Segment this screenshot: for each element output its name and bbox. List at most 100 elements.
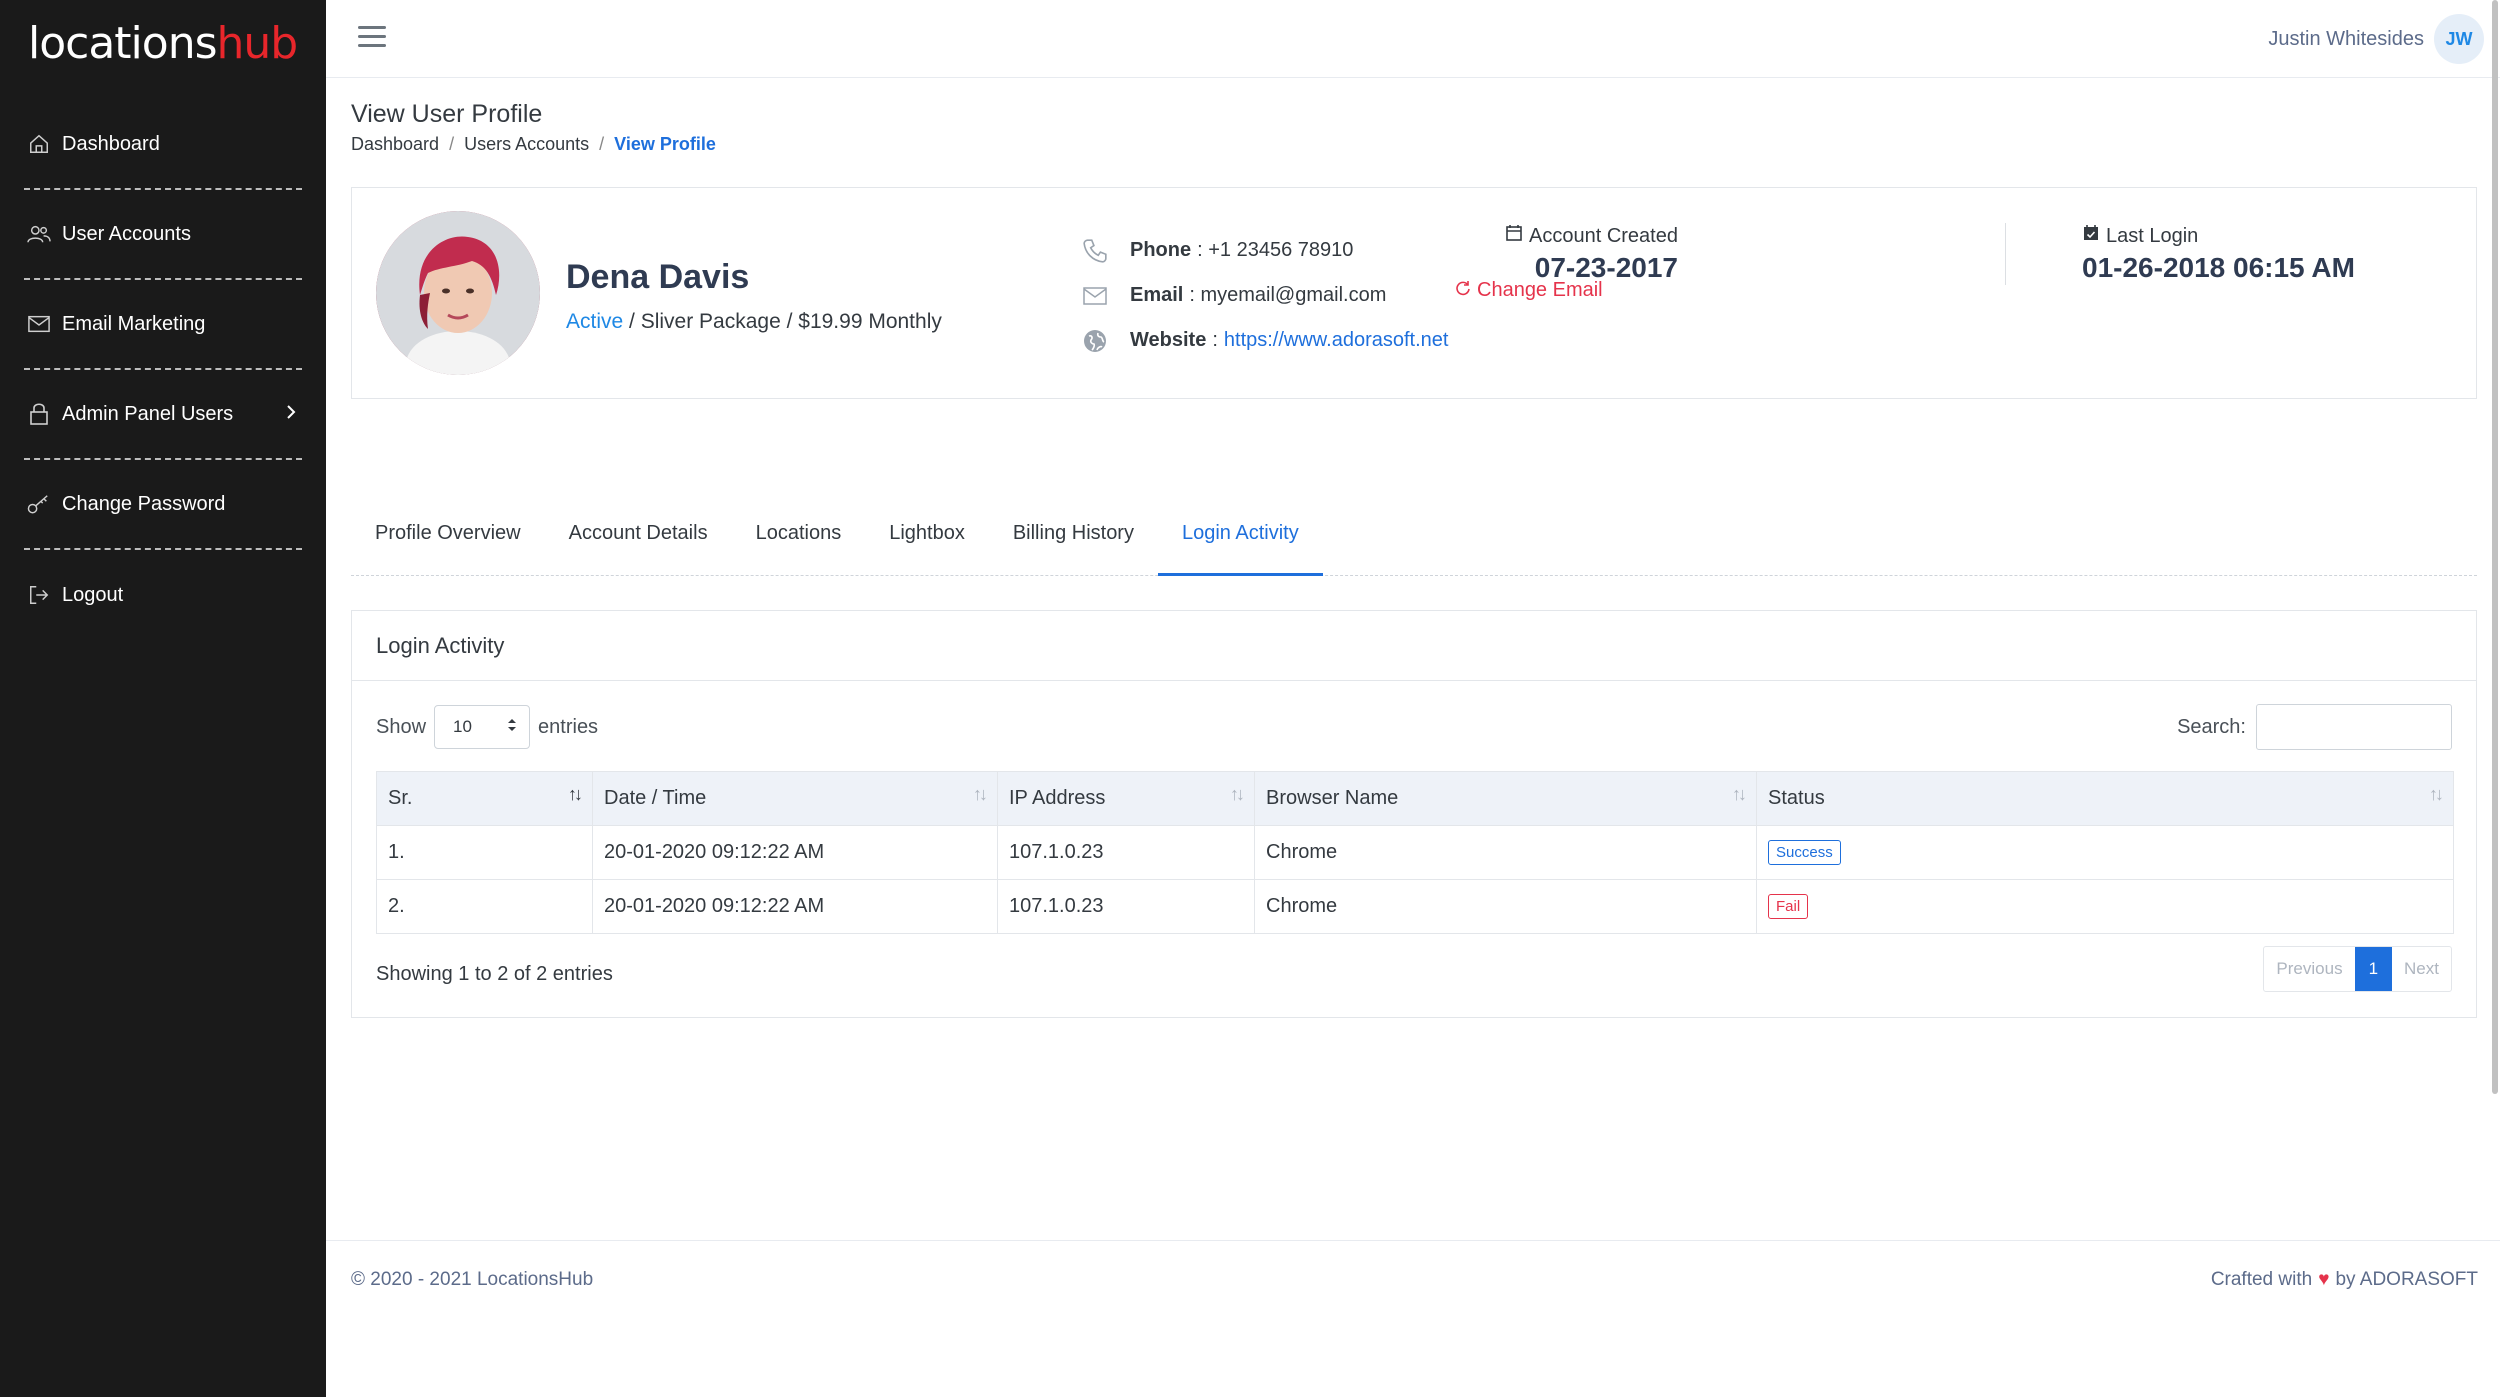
email-row: Email : myemail@gmail.com <box>1080 273 1448 318</box>
mail-icon <box>26 311 52 337</box>
phone-value: : +1 23456 78910 <box>1197 239 1354 261</box>
status-badge: Fail <box>1768 894 1809 919</box>
website-link[interactable]: https://www.adorasoft.net <box>1224 329 1449 352</box>
sort-icon: ↑↓ <box>568 784 583 804</box>
breadcrumb-dashboard[interactable]: Dashboard <box>351 134 439 155</box>
sidebar-item-label: Dashboard <box>62 132 160 155</box>
table-header-row: Sr. ↑↓ Date / Time ↑↓ IP Address ↑↓ Browser… <box>376 771 2454 826</box>
status-badge: Active <box>566 310 624 333</box>
contact-info: Phone : +1 23456 78910 Email : myemail@g… <box>1080 228 1448 363</box>
profile-subscription: Active / Sliver Package / $19.99 Monthly <box>566 310 942 334</box>
cell-datetime: 20-01-2020 09:12:22 AM <box>592 825 998 880</box>
cell-ip: 107.1.0.23 <box>997 879 1255 934</box>
tab-profile-overview[interactable]: Profile Overview <box>351 510 545 576</box>
account-created-label: Account Created <box>1505 224 1678 248</box>
globe-icon <box>1080 329 1110 353</box>
search-label: Search: <box>2177 715 2246 738</box>
page-title: View User Profile <box>351 100 543 128</box>
profile-photo <box>376 211 540 375</box>
account-created-date: 07-23-2017 <box>1534 252 1678 283</box>
last-login-stat: Last Login 01-26-2018 06:15 AM <box>2082 224 2355 284</box>
sort-icon: ↑↓ <box>1732 784 1747 804</box>
profile-card: Dena Davis Active / Sliver Package / $19… <box>351 187 2477 399</box>
cell-datetime: 20-01-2020 09:12:22 AM <box>592 879 998 934</box>
cell-sr: 1. <box>376 825 593 880</box>
footer: © 2020 - 2021 LocationsHub Crafted with … <box>326 1240 2500 1397</box>
tab-lightbox[interactable]: Lightbox <box>865 510 989 576</box>
scrollbar-thumb[interactable] <box>2492 0 2498 1094</box>
phone-icon <box>1080 238 1110 264</box>
profile-plan: / Sliver Package / $19.99 Monthly <box>623 310 942 333</box>
user-name: Justin Whitesides <box>2268 27 2424 50</box>
tab-locations[interactable]: Locations <box>732 510 866 576</box>
cell-status: Fail <box>1756 879 2454 934</box>
search-input[interactable] <box>2256 704 2452 750</box>
table-row: 1. 20-01-2020 09:12:22 AM 107.1.0.23 Chr… <box>376 825 2454 880</box>
lock-icon <box>26 401 52 427</box>
select-arrows-icon <box>507 717 517 738</box>
previous-button[interactable]: Previous <box>2264 947 2354 991</box>
scrollbar[interactable] <box>2492 0 2500 1397</box>
sort-icon: ↑↓ <box>2429 784 2444 804</box>
logo-text-locations: locations <box>28 18 218 69</box>
tab-login-activity[interactable]: Login Activity <box>1157 510 1323 576</box>
cell-status: Success <box>1756 825 2454 880</box>
phone-row: Phone : +1 23456 78910 <box>1080 228 1448 273</box>
logout-icon <box>26 582 52 608</box>
crafted-with-label: Crafted with <box>2210 1269 2313 1290</box>
logo[interactable]: locationshub <box>28 18 299 69</box>
footer-credits: Crafted with ♥ by ADORASOFT <box>2211 1269 2478 1291</box>
sidebar-item-change-password[interactable]: Change Password <box>24 460 302 550</box>
website-label: Website <box>1130 329 1207 351</box>
last-login-label: Last Login <box>2082 224 2355 248</box>
table-controls: Show 10 entries Search: <box>376 704 2452 750</box>
users-icon <box>26 221 52 247</box>
account-created-stat: Account Created 07-23-2017 <box>1505 224 1678 284</box>
sidebar-item-user-accounts[interactable]: User Accounts <box>24 190 302 280</box>
top-bar: Justin Whitesides JW <box>326 0 2500 78</box>
cell-ip: 107.1.0.23 <box>997 825 1255 880</box>
cell-sr: 2. <box>376 879 593 934</box>
sidebar-item-admin-panel-users[interactable]: Admin Panel Users <box>24 370 302 460</box>
breadcrumb-view-profile: View Profile <box>614 134 716 154</box>
crafted-by-label: by ADORASOFT <box>2335 1269 2478 1290</box>
cell-browser: Chrome <box>1254 825 1757 880</box>
sidebar-item-logout[interactable]: Logout <box>24 550 302 640</box>
tab-billing-history[interactable]: Billing History <box>989 510 1158 576</box>
table-row: 2. 20-01-2020 09:12:22 AM 107.1.0.23 Chr… <box>376 879 2454 934</box>
avatar: JW <box>2434 14 2484 64</box>
column-header-ip[interactable]: IP Address ↑↓ <box>997 771 1255 826</box>
column-header-status[interactable]: Status ↑↓ <box>1756 771 2454 826</box>
sidebar-nav: Dashboard User Accounts Email Marketing … <box>24 100 302 640</box>
logo-text-hub: hub <box>216 18 299 69</box>
status-badge: Success <box>1768 840 1841 865</box>
menu-toggle-icon[interactable] <box>358 26 386 50</box>
column-header-sr[interactable]: Sr. ↑↓ <box>376 771 593 826</box>
column-header-datetime[interactable]: Date / Time ↑↓ <box>592 771 998 826</box>
breadcrumb-separator: / <box>449 134 455 154</box>
search-wrap: Search: <box>2177 704 2452 750</box>
sidebar: locationshub Dashboard User Accounts Ema… <box>0 0 326 1397</box>
show-label: Show <box>376 715 427 738</box>
sidebar-item-label: User Accounts <box>62 222 191 245</box>
breadcrumb-users-accounts[interactable]: Users Accounts <box>464 134 589 155</box>
column-header-browser[interactable]: Browser Name ↑↓ <box>1254 771 1757 826</box>
sidebar-item-dashboard[interactable]: Dashboard <box>24 100 302 190</box>
breadcrumb: Dashboard / Users Accounts / View Profil… <box>351 134 716 155</box>
sidebar-item-label: Change Password <box>62 492 226 515</box>
website-row: Website : https://www.adorasoft.net <box>1080 318 1448 363</box>
sidebar-item-email-marketing[interactable]: Email Marketing <box>24 280 302 370</box>
breadcrumb-separator: / <box>599 134 605 154</box>
copyright: © 2020 - 2021 LocationsHub <box>351 1269 594 1290</box>
pagination: Previous 1 Next <box>2263 946 2452 992</box>
page-1-button[interactable]: 1 <box>2354 947 2393 991</box>
profile-tabs: Profile Overview Account Details Locatio… <box>351 510 2477 576</box>
tab-account-details[interactable]: Account Details <box>545 510 732 576</box>
page-size-select[interactable]: 10 <box>434 705 531 749</box>
next-button[interactable]: Next <box>2392 947 2451 991</box>
cell-browser: Chrome <box>1254 879 1757 934</box>
chevron-right-icon <box>286 403 296 426</box>
heart-icon: ♥ <box>2318 1269 2330 1290</box>
user-menu[interactable]: Justin Whitesides JW <box>2268 14 2484 64</box>
home-icon <box>26 131 52 157</box>
